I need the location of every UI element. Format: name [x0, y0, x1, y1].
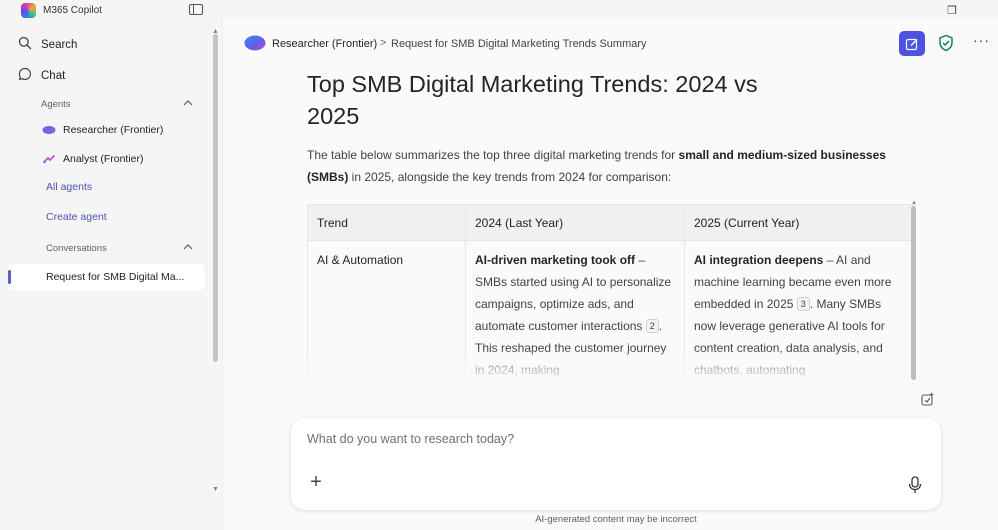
- intro-text: in 2025, alongside the key trends from 2…: [348, 170, 672, 184]
- sidebar-item-analyst[interactable]: Analyst (Frontier): [42, 153, 144, 165]
- search-icon: [18, 36, 34, 53]
- citation-badge[interactable]: 2: [645, 319, 659, 333]
- app-title: M365 Copilot: [43, 5, 102, 16]
- conversation-label: Request for SMB Digital Ma...: [46, 271, 185, 283]
- intro-text: The table below summarizes the top three…: [307, 148, 679, 162]
- researcher-agent-icon: [42, 126, 56, 134]
- table-header-row: Trend 2024 (Last Year) 2025 (Current Yea…: [307, 204, 915, 241]
- column-header-2025: 2025 (Current Year): [684, 204, 915, 241]
- ai-disclaimer: AI-generated content may be incorrect: [535, 514, 697, 525]
- sidebar-scrollbar-thumb[interactable]: [213, 34, 218, 362]
- conversations-section-label: Conversations: [46, 243, 107, 254]
- table-scrollbar-thumb[interactable]: [911, 206, 916, 380]
- new-chat-button[interactable]: [899, 31, 925, 56]
- compose-icon: [905, 38, 918, 50]
- conversation-header: Researcher (Frontier) > Request for SMB …: [223, 18, 998, 68]
- main-panel: Researcher (Frontier) > Request for SMB …: [222, 18, 998, 530]
- scroll-down-arrow-icon[interactable]: ▼: [212, 486, 219, 493]
- add-attachment-button[interactable]: +: [307, 472, 325, 492]
- column-header-trend: Trend: [307, 204, 466, 241]
- column-header-2024: 2024 (Last Year): [465, 204, 685, 241]
- intro-paragraph: The table below summarizes the top three…: [307, 144, 917, 188]
- sidebar-item-researcher[interactable]: Researcher (Frontier): [42, 124, 163, 136]
- document-title: Top SMB Digital Marketing Trends: 2024 v…: [307, 71, 758, 129]
- agents-section-label: Agents: [41, 99, 71, 110]
- create-agent-link[interactable]: Create agent: [46, 211, 107, 223]
- composer: +: [291, 418, 941, 510]
- chevron-up-icon[interactable]: [183, 98, 193, 108]
- sidebar-item-label: Chat: [41, 69, 66, 82]
- all-agents-link[interactable]: All agents: [46, 181, 92, 193]
- cell-bold-text: AI integration deepens: [694, 253, 824, 267]
- sidebar-item-chat[interactable]: Chat: [18, 67, 65, 84]
- researcher-agent-icon: [244, 35, 266, 51]
- sidebar-item-label: Analyst (Frontier): [63, 153, 144, 165]
- chat-bubble-icon: [18, 67, 34, 84]
- sidebar-item-search[interactable]: Search: [18, 36, 77, 53]
- copilot-logo-icon: [21, 3, 36, 18]
- analyst-agent-icon: [43, 155, 55, 164]
- citation-badge[interactable]: 3: [796, 297, 810, 311]
- active-indicator: [8, 270, 11, 284]
- breadcrumb-agent[interactable]: Researcher (Frontier): [272, 38, 377, 50]
- trend-name: AI & Automation: [317, 253, 404, 267]
- content-fade-overlay: [307, 348, 917, 382]
- sidebar: Search Chat Agents Researcher (Frontier)…: [0, 22, 220, 530]
- response-content: Top SMB Digital Marketing Trends: 2024 v…: [307, 68, 917, 380]
- chevron-up-icon[interactable]: [183, 242, 193, 252]
- microphone-icon[interactable]: [908, 476, 922, 494]
- sidebar-item-label: Researcher (Frontier): [63, 124, 164, 136]
- conversation-item-active[interactable]: Request for SMB Digital Ma...: [8, 264, 205, 290]
- breadcrumb-separator: >: [380, 37, 387, 49]
- shield-check-icon[interactable]: [937, 34, 955, 52]
- more-options-button[interactable]: ···: [973, 32, 990, 48]
- sidebar-toggle-icon[interactable]: [189, 4, 203, 15]
- research-prompt-input[interactable]: [307, 432, 907, 446]
- cell-bold-text: AI-driven marketing took off: [475, 253, 636, 267]
- breadcrumb-conversation-title: Request for SMB Digital Marketing Trends…: [391, 38, 647, 50]
- sparkle-edit-icon[interactable]: [920, 391, 936, 407]
- sidebar-item-label: Search: [41, 38, 78, 51]
- restore-window-button[interactable]: ❐: [942, 3, 962, 19]
